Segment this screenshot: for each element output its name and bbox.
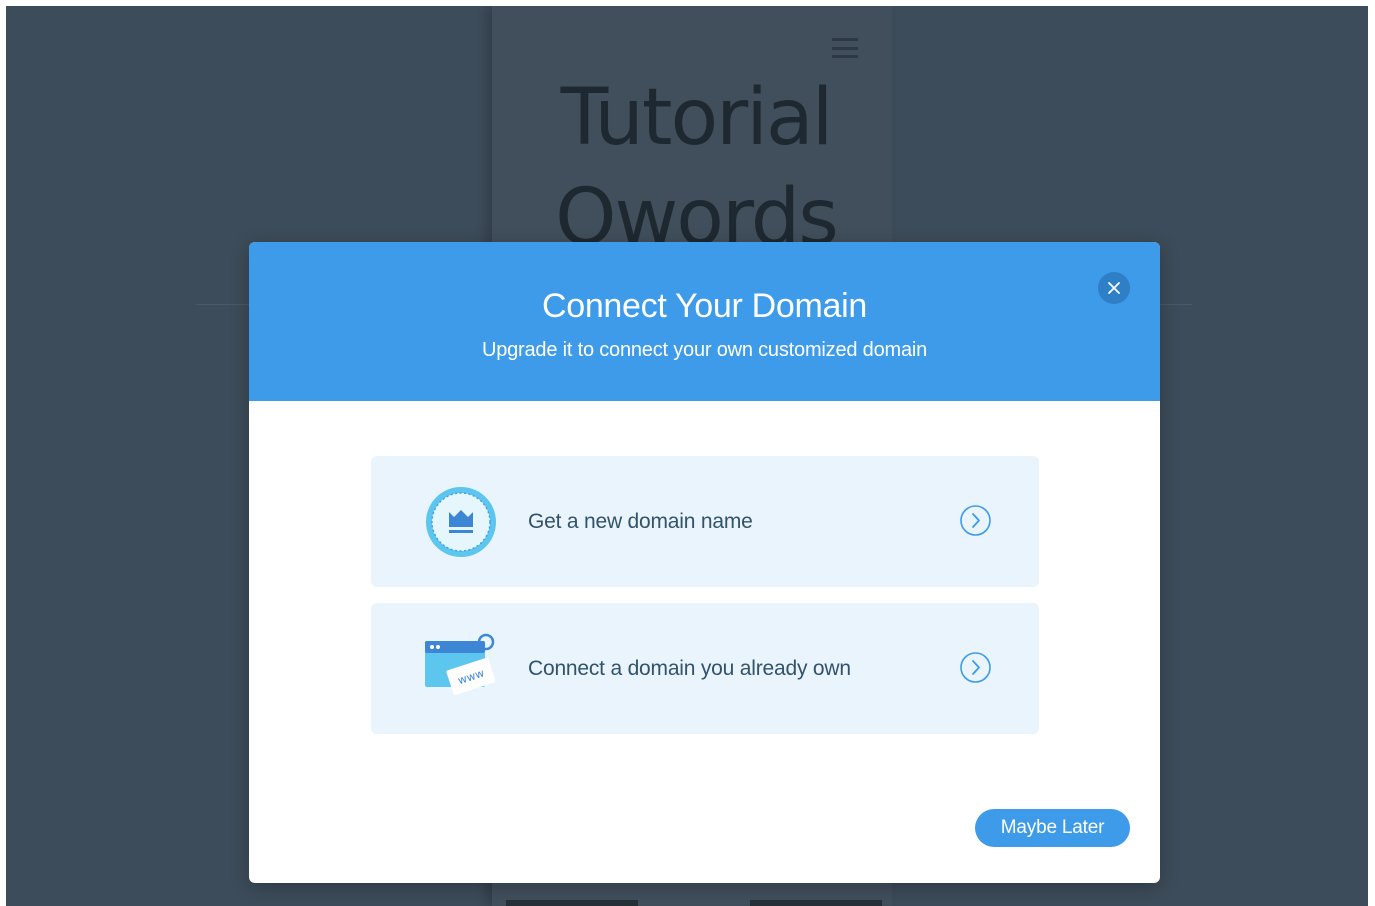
hamburger-menu-icon — [832, 38, 858, 58]
close-icon — [1108, 282, 1120, 294]
background-image-strip — [750, 900, 882, 906]
background-image-strip — [506, 900, 638, 906]
get-new-domain-option[interactable]: Get a new domain name — [371, 456, 1039, 587]
chevron-right-circle-icon[interactable] — [959, 651, 992, 684]
connect-existing-domain-label: Connect a domain you already own — [528, 657, 851, 680]
background-site-title: Tutorial Qwords — [555, 73, 839, 263]
connect-domain-dialog: Connect Your Domain Upgrade it to connec… — [249, 242, 1160, 883]
crown-badge-icon — [426, 487, 496, 557]
dialog-title: Connect Your Domain — [541, 287, 868, 325]
close-button[interactable] — [1098, 272, 1130, 304]
maybe-later-button[interactable]: Maybe Later — [975, 809, 1130, 847]
dialog-header: Connect Your Domain Upgrade it to connec… — [249, 242, 1160, 401]
chevron-right-circle-icon[interactable] — [959, 504, 992, 537]
connect-existing-domain-option[interactable]: www Connect a domain you already own — [371, 603, 1039, 734]
browser-www-tag-icon: www — [425, 633, 496, 696]
dialog-subtitle: Upgrade it to connect your own customize… — [481, 339, 928, 361]
get-new-domain-label: Get a new domain name — [528, 510, 753, 533]
